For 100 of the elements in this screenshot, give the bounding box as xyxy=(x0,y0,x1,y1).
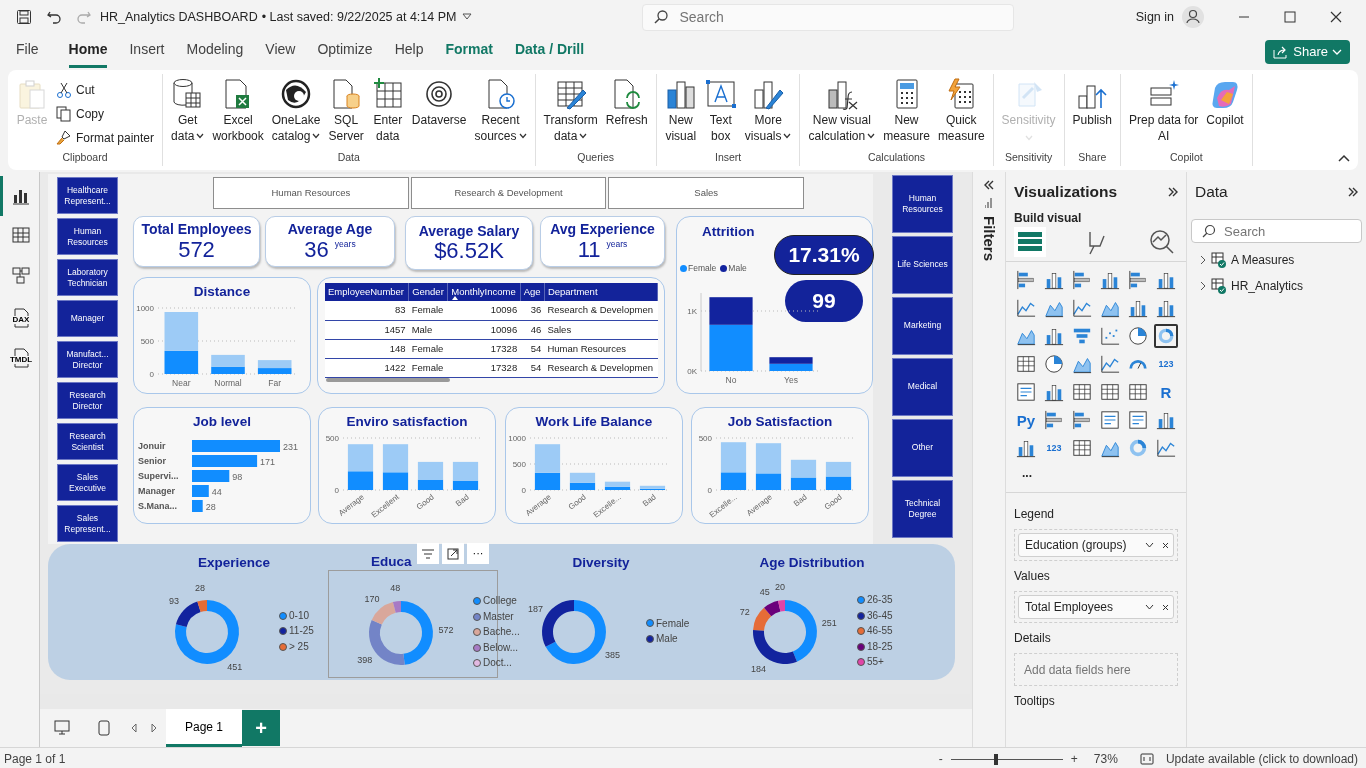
column-header[interactable]: EmployeeNumber xyxy=(325,283,409,302)
ribbon-button[interactable]: OneLake catalog xyxy=(269,78,323,145)
menu-tab[interactable]: Modeling xyxy=(186,35,244,68)
slicer-button[interactable]: Sales xyxy=(608,177,804,209)
ribbon-button[interactable]: Excel workbook xyxy=(210,78,266,145)
add-page-button[interactable]: + xyxy=(242,710,280,746)
slicer-button[interactable]: Technical Degree xyxy=(892,480,953,538)
slicer-button[interactable]: Research & Development xyxy=(410,177,607,209)
column-header[interactable]: MonthlyIncome xyxy=(447,283,521,302)
scrollbar[interactable] xyxy=(326,378,450,382)
caret-icon[interactable] xyxy=(462,13,473,21)
desktop-icon[interactable] xyxy=(54,720,70,736)
ribbon-button[interactable]: Text box xyxy=(702,78,739,145)
slicer-button[interactable]: Sales Executive xyxy=(57,464,118,501)
filter-button[interactable] xyxy=(417,543,439,564)
save-icon[interactable] xyxy=(16,9,32,25)
filters-pane-label[interactable]: Filters xyxy=(977,216,1001,261)
chevron-right-icon[interactable] xyxy=(1199,281,1207,292)
menu-tab[interactable]: Data / Drill xyxy=(514,35,585,68)
axis-label: 1000 xyxy=(508,434,526,444)
slicer-button[interactable]: Research Director xyxy=(57,382,118,419)
phone-icon[interactable] xyxy=(98,720,110,736)
zoom-in-button[interactable]: + xyxy=(1070,750,1078,768)
slicer-button[interactable]: Healthcare Represent... xyxy=(57,177,118,214)
slicer-button[interactable]: Manufact... Director xyxy=(57,341,118,378)
menu-tab[interactable]: File xyxy=(16,35,39,68)
ribbon-button[interactable]: Format painter xyxy=(54,128,157,148)
sign-in-link[interactable]: Sign in xyxy=(1135,7,1174,27)
menu-tab[interactable]: Insert xyxy=(129,35,165,68)
menu-tab[interactable]: View xyxy=(265,35,296,68)
slicer-button[interactable]: Life Sciences xyxy=(892,236,953,294)
search-field[interactable]: Search xyxy=(642,3,1015,31)
table-name[interactable]: HR_Analytics xyxy=(1231,277,1304,296)
ribbon-button[interactable]: Prep data for AI xyxy=(1126,78,1201,145)
slicer-button[interactable]: Sales Represent... xyxy=(57,505,118,542)
ribbon-button[interactable]: Dataverse xyxy=(409,78,469,129)
visual-type-button[interactable]: Py xyxy=(1014,408,1038,433)
slicer-button[interactable]: Human Resources xyxy=(213,177,409,209)
ribbon-button[interactable]: Transform data xyxy=(541,78,600,145)
focus-mode-button[interactable] xyxy=(442,543,464,564)
ribbon-button[interactable]: Get data xyxy=(169,78,207,145)
visual-type-button[interactable]: 123 xyxy=(1154,352,1178,377)
slicer-button[interactable]: Laboratory Technician xyxy=(57,259,118,296)
page-tab[interactable]: Page 1 xyxy=(166,709,242,747)
ribbon-button[interactable]: Enter data xyxy=(369,78,406,145)
menu-tab[interactable]: Help xyxy=(394,35,424,68)
visual-type-button[interactable]: 123 xyxy=(1042,436,1066,461)
avatar-icon[interactable] xyxy=(1182,6,1204,28)
ribbon-button[interactable]: New visual calculation xyxy=(806,78,878,145)
ribbon-button[interactable]: Refresh xyxy=(603,78,650,129)
search-field[interactable]: Search xyxy=(1191,219,1362,244)
more-options-button[interactable]: ··· xyxy=(467,543,489,564)
ribbon-button[interactable]: New visual xyxy=(662,78,699,145)
ribbon-button[interactable]: SQL Server xyxy=(326,78,366,145)
column-header[interactable]: Age xyxy=(520,283,545,302)
visual-type-button[interactable] xyxy=(1154,324,1178,349)
field-pill[interactable]: Education (groups) xyxy=(1018,533,1174,558)
ribbon-button[interactable]: Copilot xyxy=(1204,78,1246,129)
ribbon-button[interactable]: Recent sources xyxy=(472,78,529,145)
slicer-button[interactable]: Medical xyxy=(892,358,953,416)
share-button[interactable]: Share xyxy=(1265,40,1350,64)
chevron-right-icon[interactable] xyxy=(1199,255,1207,266)
fit-page-icon[interactable] xyxy=(1139,753,1154,765)
table-name[interactable]: A Measures xyxy=(1231,251,1295,270)
undo-icon[interactable] xyxy=(46,9,62,25)
previous-page-icon[interactable] xyxy=(130,723,138,733)
field-pill[interactable]: Total Employees xyxy=(1018,595,1174,620)
expand-pane-icon[interactable] xyxy=(1168,186,1178,197)
menu-tab[interactable]: Format xyxy=(445,35,493,68)
slicer-button[interactable]: Research Scientist xyxy=(57,423,118,460)
ribbon-button[interactable]: More visuals xyxy=(742,78,794,145)
slicer-button[interactable]: Human Resources xyxy=(892,175,953,233)
build-tab[interactable] xyxy=(1014,227,1046,258)
slicer-button[interactable]: Other xyxy=(892,419,953,477)
visual-type-button[interactable]: R xyxy=(1154,380,1178,405)
ribbon-button[interactable]: Publish xyxy=(1070,78,1114,129)
view-button[interactable]: DAX xyxy=(0,296,40,336)
zoom-out-button[interactable]: - xyxy=(938,750,943,768)
collapse-ribbon-icon[interactable] xyxy=(1338,154,1350,162)
expand-pane-icon[interactable] xyxy=(1348,186,1358,197)
slicer-button[interactable]: Human Resources xyxy=(57,218,118,255)
slicer-button[interactable]: Manager xyxy=(57,300,118,337)
view-button[interactable]: TMDL xyxy=(0,336,40,376)
update-link[interactable]: Update available (click to download) xyxy=(1165,750,1358,768)
ribbon-button[interactable]: New measure xyxy=(881,78,932,145)
ribbon-button[interactable]: Cut xyxy=(54,80,157,100)
clipboard-icon xyxy=(16,78,48,110)
zoom-slider[interactable] xyxy=(950,754,1063,764)
close-icon[interactable] xyxy=(1330,11,1342,23)
search-input[interactable]: Search xyxy=(677,5,978,29)
menu-tab[interactable]: Optimize xyxy=(317,35,373,68)
column-header[interactable]: Gender xyxy=(408,283,448,302)
search-input[interactable]: Search xyxy=(1222,220,1352,242)
ribbon-button[interactable]: Copy xyxy=(54,104,157,124)
collapse-icon[interactable] xyxy=(984,180,994,190)
slicer-button[interactable]: Marketing xyxy=(892,297,953,355)
next-page-icon[interactable] xyxy=(150,723,158,733)
column-header[interactable]: Department xyxy=(544,283,658,302)
ribbon-button[interactable]: Quick measure xyxy=(935,78,987,145)
maximize-icon[interactable] xyxy=(1284,11,1296,23)
